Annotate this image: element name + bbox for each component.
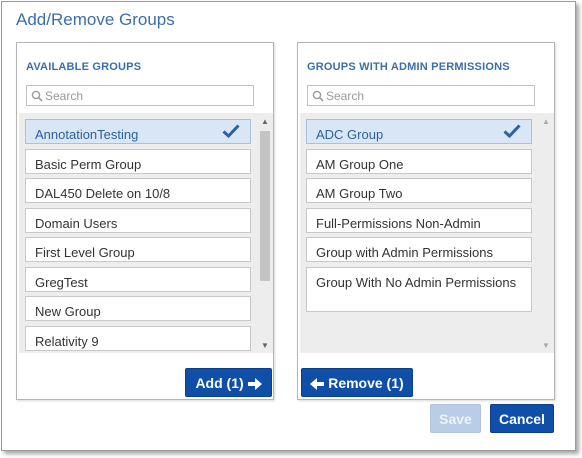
list-item[interactable]: GregTest <box>25 267 251 292</box>
list-item-label: Relativity 9 <box>35 334 99 349</box>
scroll-up-arrow-icon[interactable]: ▲ <box>260 117 270 127</box>
list-item[interactable]: AM Group One <box>306 149 532 174</box>
list-item-label: AM Group One <box>316 157 404 172</box>
admin-groups-list[interactable]: ADC Group AM Group One AM Group Two Full… <box>300 113 554 353</box>
list-item[interactable]: New Group <box>25 296 251 321</box>
search-icon <box>312 90 324 102</box>
list-item[interactable]: AnnotationTesting <box>25 119 251 144</box>
admin-scrollbar[interactable]: ▲ ▼ <box>540 117 552 351</box>
search-icon <box>31 90 43 102</box>
scroll-down-arrow-icon[interactable]: ▼ <box>541 341 551 351</box>
checkmark-icon <box>503 124 521 138</box>
save-button[interactable]: Save <box>430 404 481 433</box>
admin-search-box[interactable] <box>307 85 535 106</box>
list-item[interactable]: Basic Perm Group <box>25 149 251 174</box>
list-item-label: Domain Users <box>35 216 118 231</box>
list-item-label: DAL450 Delete on 10/8 <box>35 186 171 201</box>
admin-search-input[interactable] <box>326 87 526 104</box>
list-item-label: Group With No Admin Permissions <box>316 275 517 290</box>
list-item[interactable]: Relativity 9 <box>25 326 251 351</box>
list-item[interactable]: AM Group Two <box>306 178 532 203</box>
list-item-label: Basic Perm Group <box>35 157 142 172</box>
dialog-title: Add/Remove Groups <box>16 10 175 29</box>
list-item-label: Full-Permissions Non-Admin <box>316 216 481 231</box>
add-button-label: Add (1) <box>195 375 244 391</box>
admin-groups-header: GROUPS WITH ADMIN PERMISSIONS <box>307 61 510 73</box>
available-search-box[interactable] <box>26 85 254 106</box>
list-item[interactable]: Group With No Admin Permissions <box>306 267 532 312</box>
available-search-input[interactable] <box>45 87 245 104</box>
list-item[interactable]: ADC Group <box>306 119 532 144</box>
list-item-label: Group with Admin Permissions <box>316 245 494 260</box>
checkmark-icon <box>222 124 240 138</box>
arrow-right-icon <box>247 378 262 391</box>
list-item-label: GregTest <box>35 275 88 290</box>
list-item-label: First Level Group <box>35 245 135 260</box>
cancel-button[interactable]: Cancel <box>490 404 554 433</box>
available-scrollbar[interactable]: ▲ ▼ <box>259 117 271 351</box>
scrollbar-thumb[interactable] <box>260 131 270 281</box>
remove-button[interactable]: Remove (1) <box>301 368 413 397</box>
scroll-up-arrow-icon[interactable]: ▲ <box>541 117 551 127</box>
remove-button-label: Remove (1) <box>328 375 404 391</box>
list-item[interactable]: Full-Permissions Non-Admin <box>306 208 532 233</box>
admin-groups-panel: GROUPS WITH ADMIN PERMISSIONS ADC Group … <box>297 42 555 400</box>
add-button[interactable]: Add (1) <box>185 368 272 397</box>
list-item-label: ADC Group <box>316 127 384 142</box>
list-item[interactable]: Group with Admin Permissions <box>306 237 532 262</box>
list-item-label: New Group <box>35 304 101 319</box>
list-item-label: AM Group Two <box>316 186 403 201</box>
list-item-label: AnnotationTesting <box>35 127 139 142</box>
available-groups-header: AVAILABLE GROUPS <box>26 61 142 73</box>
arrow-left-icon <box>310 378 325 391</box>
scroll-down-arrow-icon[interactable]: ▼ <box>260 341 270 351</box>
available-groups-panel: AVAILABLE GROUPS AnnotationTesting Basic… <box>16 42 274 400</box>
available-groups-list[interactable]: AnnotationTesting Basic Perm Group DAL45… <box>19 113 273 353</box>
list-item[interactable]: Domain Users <box>25 208 251 233</box>
list-item[interactable]: DAL450 Delete on 10/8 <box>25 178 251 203</box>
list-item[interactable]: First Level Group <box>25 237 251 262</box>
add-remove-groups-dialog: Add/Remove Groups AVAILABLE GROUPS Annot… <box>1 1 576 451</box>
